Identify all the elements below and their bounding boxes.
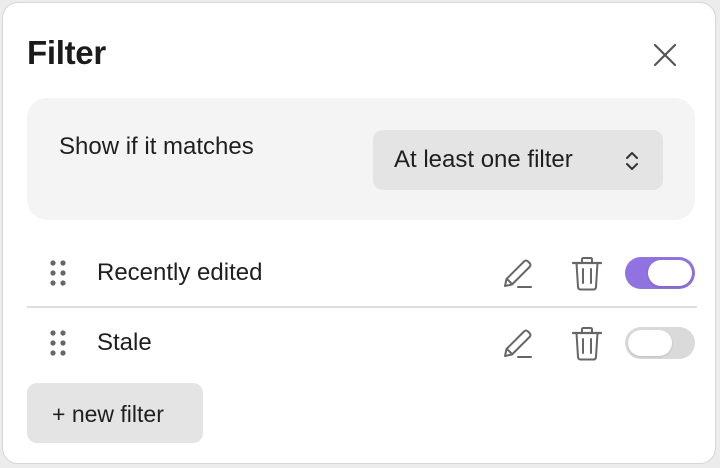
drag-handle-icon[interactable]: [47, 328, 69, 358]
pencil-icon[interactable]: [497, 254, 537, 294]
filter-label: Recently edited: [97, 259, 263, 286]
filter-enabled-toggle[interactable]: [625, 327, 695, 359]
close-button[interactable]: [647, 37, 683, 73]
filter-enabled-toggle[interactable]: [625, 257, 695, 289]
new-filter-label: + new filter: [52, 401, 164, 427]
filter-row: Stale: [27, 310, 695, 376]
pencil-icon[interactable]: [497, 324, 537, 364]
filter-panel: Filter Show if it matches At least one f…: [2, 2, 716, 464]
drag-handle-icon[interactable]: [47, 258, 69, 288]
panel-title: Filter: [27, 34, 106, 71]
chevron-up-down-icon: [626, 152, 638, 170]
match-section: Show if it matches At least one filter: [27, 98, 695, 220]
toggle-knob: [648, 260, 692, 286]
match-mode-select[interactable]: At least one filter: [373, 130, 663, 190]
filter-label: Stale: [97, 329, 152, 356]
trash-icon[interactable]: [567, 254, 607, 294]
close-icon: [653, 43, 677, 67]
new-filter-button[interactable]: + new filter: [27, 383, 203, 443]
match-label: Show if it matches: [59, 133, 254, 160]
match-mode-value: At least one filter: [394, 146, 573, 173]
toggle-knob: [628, 330, 672, 356]
trash-icon[interactable]: [567, 324, 607, 364]
filter-row: Recently edited: [27, 240, 695, 306]
row-divider: [27, 306, 697, 308]
